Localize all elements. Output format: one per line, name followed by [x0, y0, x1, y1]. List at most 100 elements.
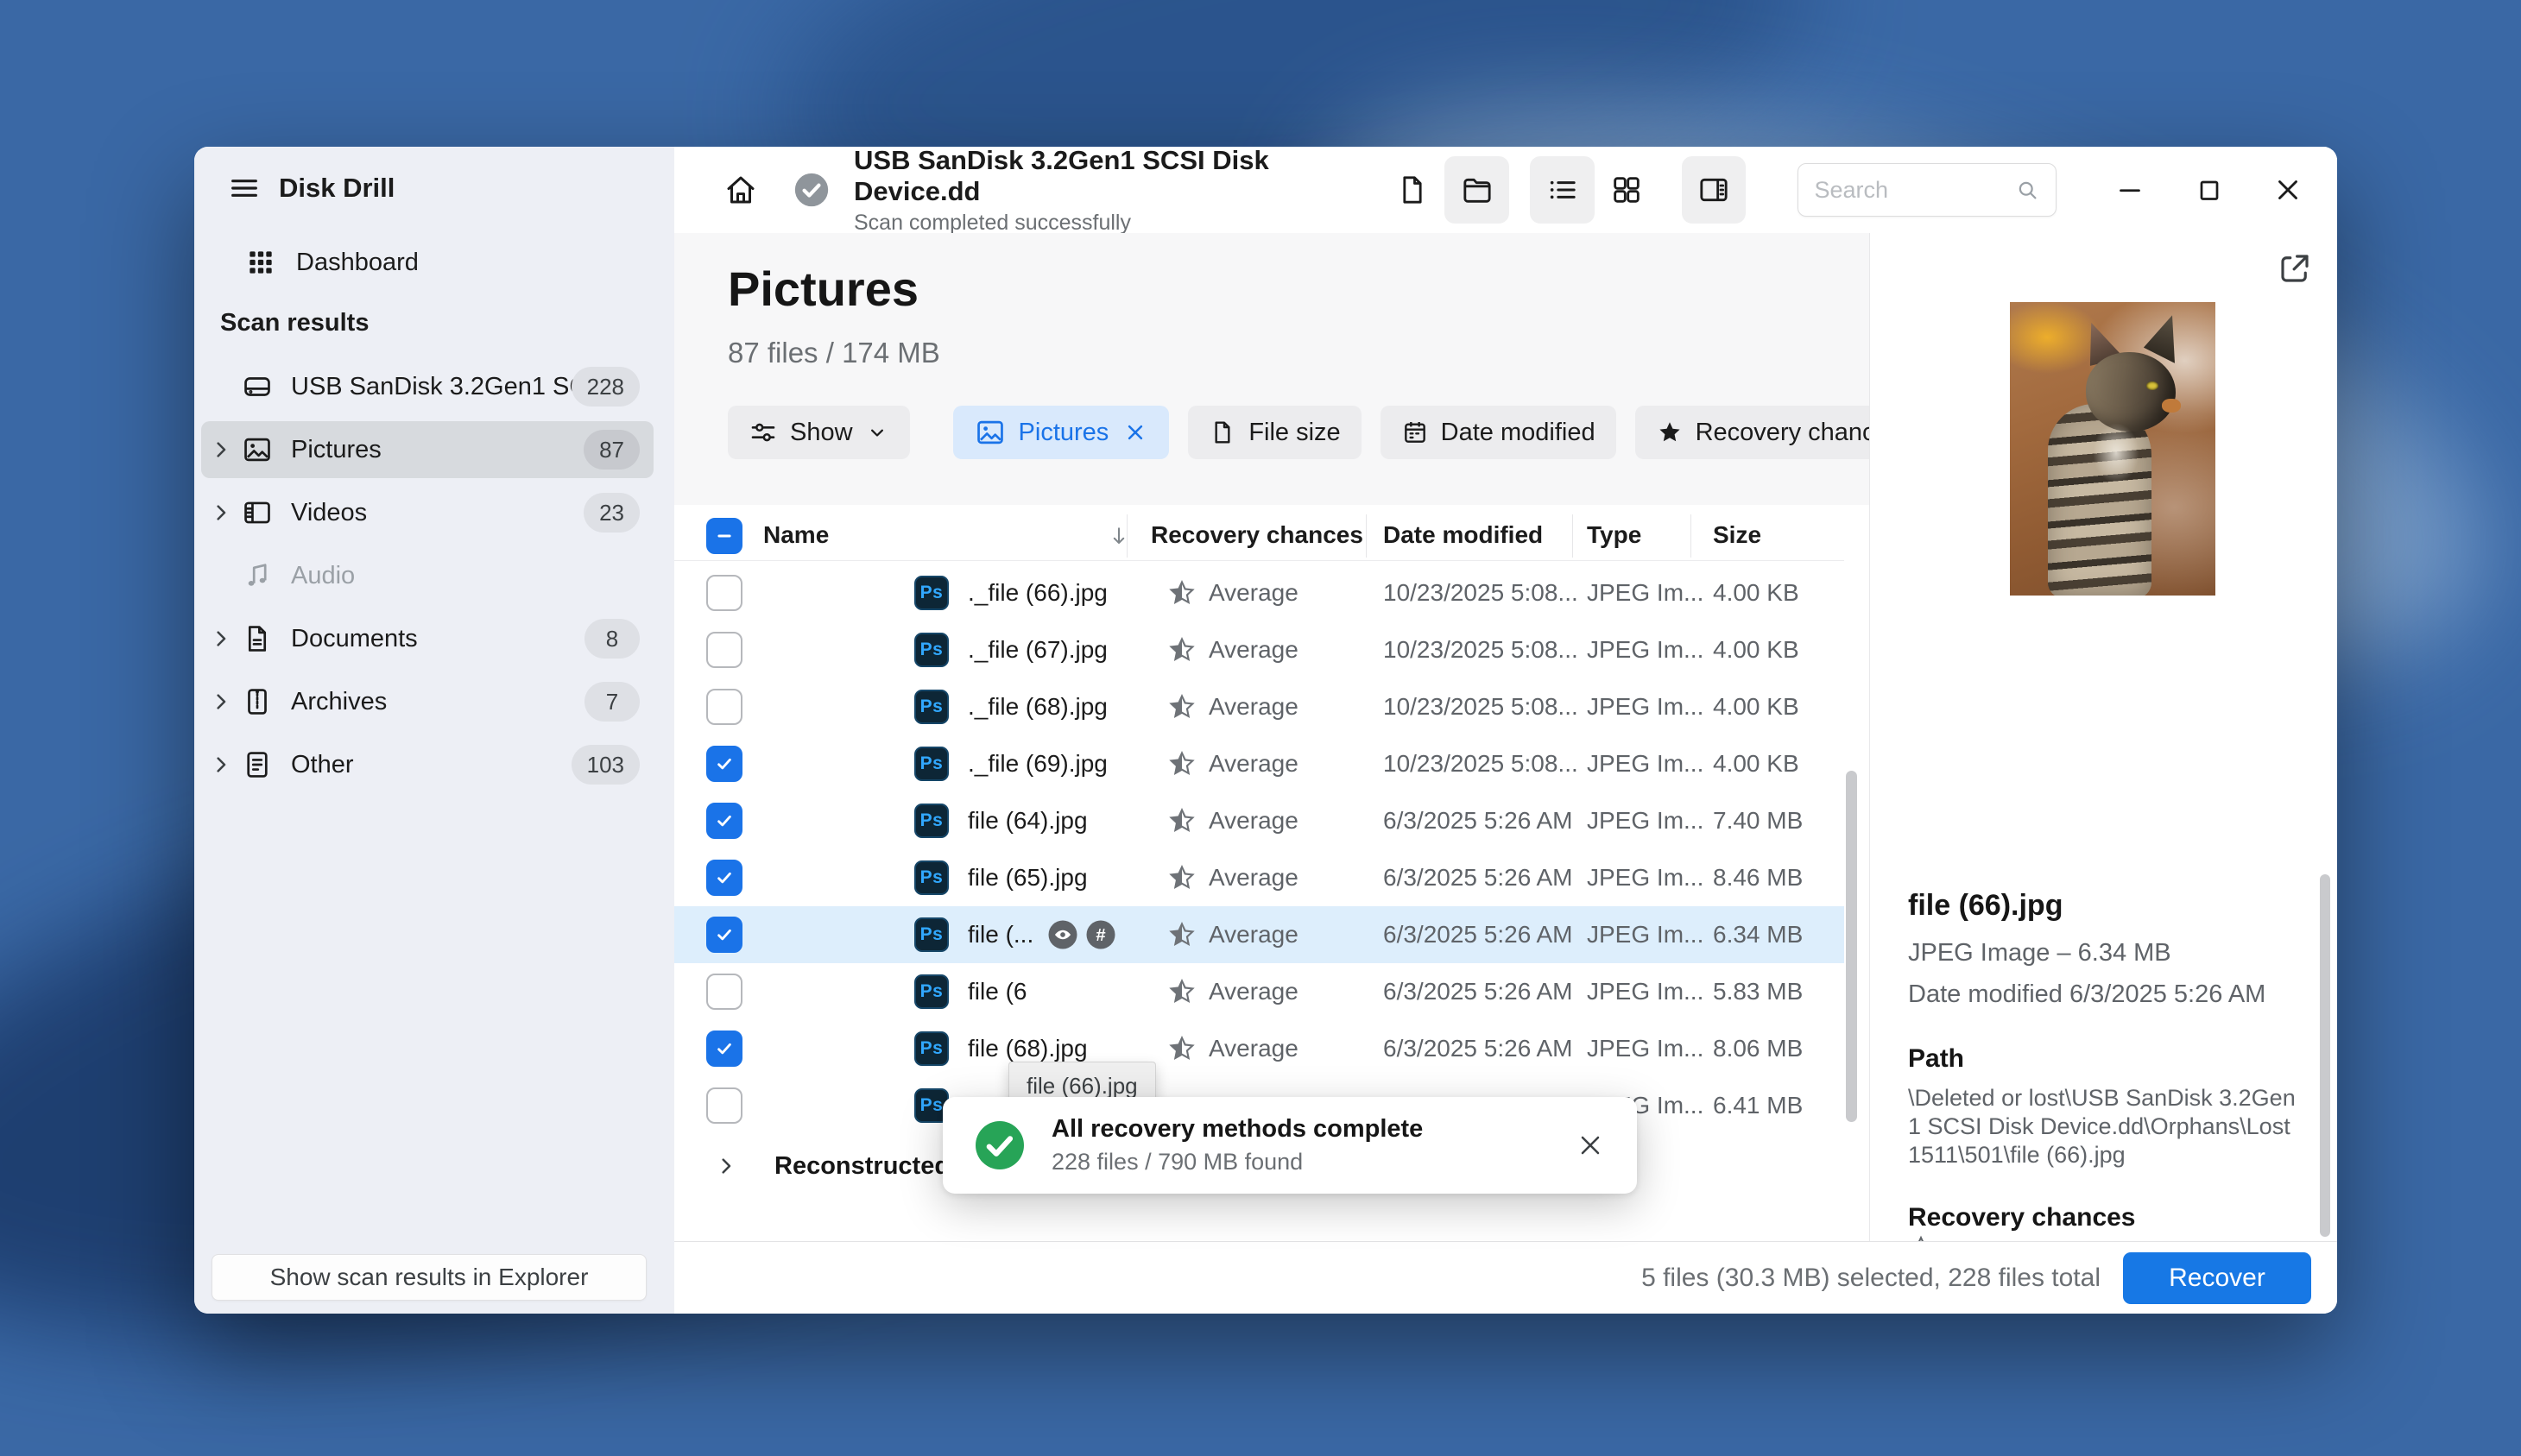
- sidebar-item-videos[interactable]: Videos23: [201, 484, 654, 541]
- scan-status-subtitle: Scan completed successfully: [854, 211, 1381, 236]
- app-title: Disk Drill: [279, 173, 395, 204]
- filter-chip-label: File size: [1248, 419, 1340, 447]
- close-button[interactable]: [2264, 164, 2314, 216]
- file-name: ._file (68).jpg: [968, 693, 1108, 721]
- half-star-icon: [1167, 635, 1197, 665]
- file-name: file (65).jpg: [968, 864, 1088, 892]
- photoshop-file-icon: Ps: [914, 633, 949, 667]
- dashboard-grid-icon: [244, 246, 277, 279]
- file-size-cell: 6.34 MB: [1713, 921, 1803, 949]
- table-row[interactable]: Psfile (65).jpgAverage6/3/2025 5:26 AMJP…: [674, 849, 1844, 906]
- file-type-cell: JPEG Im...: [1587, 864, 1703, 892]
- filter-chip-file-size[interactable]: File size: [1188, 406, 1361, 459]
- maximize-button[interactable]: [2184, 164, 2234, 216]
- sidebar-item-archives[interactable]: Archives7: [201, 673, 654, 730]
- filter-chip-recovery-chances[interactable]: Recovery chances: [1635, 406, 1869, 459]
- filter-chip-pictures[interactable]: Pictures: [953, 406, 1170, 459]
- file-type-cell: JPEG Im...: [1587, 750, 1703, 778]
- file-name: file (64).jpg: [968, 807, 1088, 835]
- search-input[interactable]: [1814, 177, 2014, 204]
- table-row[interactable]: Ps._file (66).jpgAverage10/23/2025 5:08.…: [674, 564, 1844, 621]
- show-in-explorer-button[interactable]: Show scan results in Explorer: [212, 1254, 647, 1301]
- half-star-icon: [1167, 692, 1197, 722]
- row-checkbox[interactable]: [706, 1087, 742, 1124]
- remove-filter-icon[interactable]: [1122, 419, 1148, 445]
- date-modified-cell: 10/23/2025 5:08...: [1383, 579, 1578, 607]
- filter-bar: Show PicturesFile sizeDate modifiedRecov…: [728, 406, 1843, 459]
- filelines-icon: [241, 748, 274, 781]
- row-checkbox[interactable]: [706, 860, 742, 896]
- row-checkbox[interactable]: [706, 689, 742, 725]
- chevron-right-icon: [206, 688, 236, 715]
- date-modified-cell: 6/3/2025 5:26 AM: [1383, 921, 1573, 949]
- select-all-checkbox[interactable]: [706, 518, 742, 554]
- list-view-button[interactable]: [1530, 156, 1595, 224]
- success-check-icon: [972, 1118, 1027, 1173]
- row-checkbox[interactable]: [706, 917, 742, 953]
- row-checkbox[interactable]: [706, 1031, 742, 1067]
- group-row-label: Reconstructed (: [774, 1152, 965, 1181]
- hamburger-menu-icon[interactable]: [225, 169, 263, 207]
- recovery-chance-cell: Average: [1167, 692, 1298, 722]
- chevron-right-icon: [206, 625, 236, 652]
- photoshop-file-icon: Ps: [914, 576, 949, 610]
- open-external-icon[interactable]: [2277, 250, 2313, 287]
- row-checkbox[interactable]: [706, 803, 742, 839]
- list-scrollbar[interactable]: [1846, 771, 1857, 1122]
- footer-bar: 5 files (30.3 MB) selected, 228 files to…: [674, 1241, 2337, 1314]
- row-checkbox[interactable]: [706, 632, 742, 668]
- column-header-name[interactable]: Name: [763, 521, 829, 549]
- sidebar-item-label: Other: [291, 751, 354, 779]
- column-header-date[interactable]: Date modified: [1383, 521, 1543, 549]
- file-type-cell: JPEG Im...: [1587, 693, 1703, 721]
- table-row[interactable]: Psfile (68).jpgAverage6/3/2025 5:26 AMJP…: [674, 1020, 1844, 1077]
- table-row[interactable]: Ps._file (67).jpgAverage10/23/2025 5:08.…: [674, 621, 1844, 678]
- page-subtitle: 87 files / 174 MB: [728, 337, 940, 369]
- preview-image[interactable]: [2010, 302, 2215, 596]
- recovery-chance-cell: Average: [1167, 749, 1298, 778]
- preview-available-icon: [1047, 919, 1078, 950]
- count-badge: 228: [572, 367, 640, 407]
- table-row[interactable]: Psfile (...#Average6/3/2025 5:26 AMJPEG …: [674, 906, 1844, 963]
- page-icon: [1209, 419, 1236, 446]
- sidebar-item-documents[interactable]: Documents8: [201, 610, 654, 667]
- sidebar-item-dashboard[interactable]: Dashboard: [201, 236, 654, 289]
- grid-view-button[interactable]: [1595, 156, 1659, 224]
- recovery-chance-cell: Average: [1167, 863, 1298, 892]
- home-icon[interactable]: [723, 172, 759, 208]
- column-header-type[interactable]: Type: [1587, 521, 1641, 549]
- show-dropdown[interactable]: Show: [728, 406, 910, 459]
- new-file-view-button[interactable]: [1381, 156, 1445, 224]
- table-row[interactable]: Ps._file (69).jpgAverage10/23/2025 5:08.…: [674, 735, 1844, 792]
- film-icon: [241, 496, 274, 529]
- table-row[interactable]: Psfile (64).jpgAverage6/3/2025 5:26 AMJP…: [674, 792, 1844, 849]
- details-scrollbar[interactable]: [2320, 874, 2330, 1237]
- column-header-size[interactable]: Size: [1713, 521, 1761, 549]
- column-header-recovery[interactable]: Recovery chances: [1151, 521, 1363, 549]
- sidebar-item-usb-sandisk-3-2gen1-scs[interactable]: USB SanDisk 3.2Gen1 SCS...228: [201, 358, 654, 415]
- sidebar-item-pictures[interactable]: Pictures87: [201, 421, 654, 478]
- sidebar-item-audio[interactable]: Audio: [201, 547, 654, 604]
- sidebar-item-other[interactable]: Other103: [201, 736, 654, 793]
- file-name: ._file (66).jpg: [968, 579, 1108, 607]
- folder-view-button[interactable]: [1444, 156, 1509, 224]
- chevron-right-icon: [206, 436, 236, 463]
- table-row[interactable]: Ps._file (68).jpgAverage10/23/2025 5:08.…: [674, 678, 1844, 735]
- toast-close-icon[interactable]: [1575, 1130, 1606, 1161]
- disk-drill-window: Disk Drill Dashboard Scan results USB Sa…: [194, 147, 2337, 1314]
- half-star-icon: [1167, 806, 1197, 835]
- filter-chip-date-modified[interactable]: Date modified: [1381, 406, 1616, 459]
- minimize-button[interactable]: [2105, 164, 2155, 216]
- table-row[interactable]: Psfile (6Average6/3/2025 5:26 AMJPEG Im.…: [674, 963, 1844, 1020]
- row-checkbox[interactable]: [706, 746, 742, 782]
- file-type-cell: JPEG Im...: [1587, 807, 1703, 835]
- row-checkbox[interactable]: [706, 974, 742, 1010]
- svg-text:#: #: [1096, 926, 1106, 945]
- star-icon: [1656, 419, 1684, 446]
- recover-button[interactable]: Recover: [2123, 1252, 2311, 1304]
- row-checkbox[interactable]: [706, 575, 742, 611]
- zip-icon: [241, 685, 274, 718]
- scan-complete-check-icon: [792, 170, 831, 210]
- details-panel-toggle-button[interactable]: [1682, 156, 1747, 224]
- file-size-cell: 4.00 KB: [1713, 636, 1799, 664]
